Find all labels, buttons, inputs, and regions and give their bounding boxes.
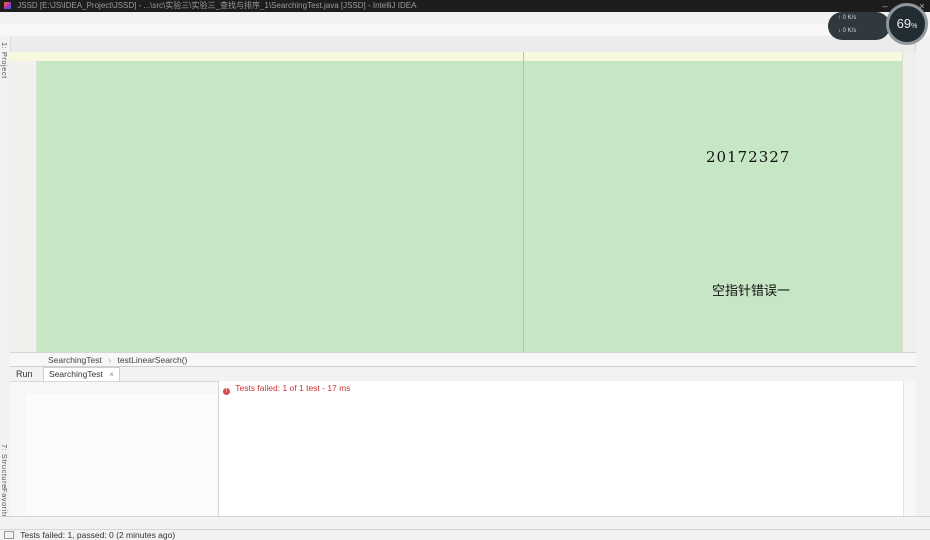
console-side-toolbar bbox=[903, 381, 916, 517]
run-header: Run SearchingTest × bbox=[10, 367, 916, 382]
editor-gutter bbox=[10, 52, 37, 352]
test-failed-icon: ! bbox=[223, 388, 230, 395]
crumb-method[interactable]: testLinearSearch() bbox=[117, 355, 187, 365]
crumb-separator: › bbox=[108, 355, 112, 365]
window-title: JSSD [E:\JS\IDEA_Project\JSSD] - ...\src… bbox=[17, 1, 417, 10]
annotation-student-id: 20172327 bbox=[706, 148, 791, 166]
network-speed-overlay: ↑ 0 K/s ↓ 0 K/s bbox=[828, 12, 890, 40]
run-label: Run bbox=[16, 369, 33, 379]
download-speed: ↓ 0 K/s bbox=[838, 28, 857, 34]
titlebar: JSSD [E:\JS\IDEA_Project\JSSD] - ...\src… bbox=[0, 0, 930, 12]
caret-line-highlight bbox=[10, 52, 902, 62]
error-stripe[interactable] bbox=[902, 52, 917, 352]
crumb-class[interactable]: SearchingTest bbox=[48, 355, 102, 365]
toolwindow-bar bbox=[0, 516, 930, 530]
intellij-logo-icon bbox=[4, 2, 11, 9]
toolwindow-tab-project[interactable]: 1: Project bbox=[0, 42, 9, 79]
status-bar: Tests failed: 1, passed: 0 (2 minutes ag… bbox=[0, 529, 930, 540]
test-toolbar bbox=[26, 381, 218, 395]
run-tab-close-icon[interactable]: × bbox=[109, 370, 114, 379]
run-toolwindow: Run SearchingTest × ! Tests failed: 1 of… bbox=[10, 366, 916, 517]
code-editor[interactable]: 20172327 空指针错误一 bbox=[10, 52, 902, 352]
test-console[interactable]: ! Tests failed: 1 of 1 test - 17 ms bbox=[219, 381, 904, 517]
toolwindow-toggle-icon[interactable] bbox=[4, 531, 14, 539]
editor-breadcrumb: SearchingTest › testLinearSearch() bbox=[10, 352, 916, 367]
test-tree bbox=[26, 394, 218, 517]
tests-failed-status: ! Tests failed: 1 of 1 test - 17 ms bbox=[223, 383, 351, 395]
toolwindow-tab-structure[interactable]: 7: Structure bbox=[0, 444, 9, 489]
run-side-toolbar bbox=[10, 383, 26, 517]
status-message: Tests failed: 1, passed: 0 (2 minutes ag… bbox=[20, 530, 176, 540]
run-tab[interactable]: SearchingTest × bbox=[43, 367, 120, 381]
right-toolwindow-strip bbox=[915, 36, 930, 516]
upload-speed: ↑ 0 K/s bbox=[838, 15, 857, 21]
battery-percent-overlay: 69% bbox=[886, 3, 928, 45]
editor-tabbar bbox=[10, 36, 916, 53]
right-margin-guide bbox=[523, 52, 524, 352]
ide-window: JSSD [E:\JS\IDEA_Project\JSSD] - ...\src… bbox=[0, 0, 930, 540]
annotation-note: 空指针错误一 bbox=[712, 284, 791, 299]
